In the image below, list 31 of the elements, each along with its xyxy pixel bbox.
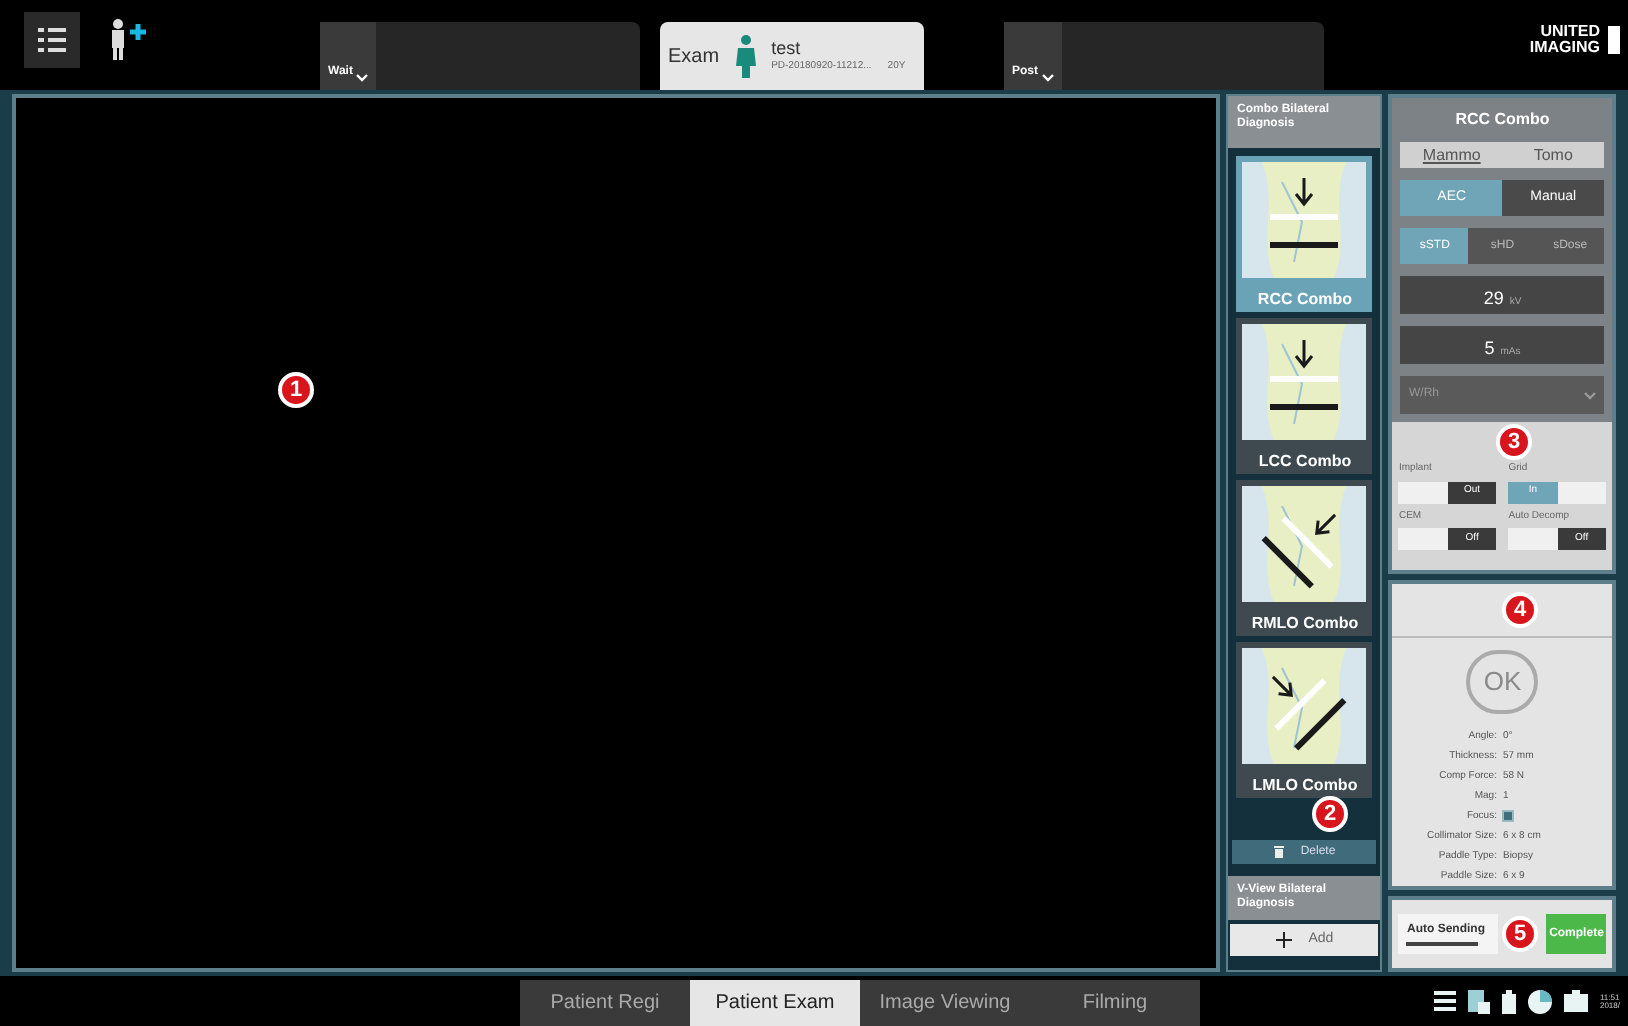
patient-name: test: [771, 40, 803, 58]
mode-tab[interactable]: Tomo: [1502, 142, 1605, 168]
positioning-drawing: [1242, 162, 1367, 278]
mode-tab[interactable]: Mammo: [1400, 142, 1503, 168]
plus-icon: [1276, 932, 1293, 948]
bottom-tab[interactable]: Filming: [1030, 980, 1200, 1026]
patient-icon: [735, 34, 756, 78]
status-ring: OK: [1466, 650, 1539, 714]
view-thumbnail[interactable]: RMLO Combo: [1236, 480, 1373, 636]
list-icon[interactable]: [24, 12, 80, 68]
chevron-down-icon: [1042, 74, 1055, 82]
positioning-drawing: [1242, 486, 1367, 602]
trash-icon: [1274, 846, 1285, 858]
focus-icon: [1502, 810, 1515, 822]
logo: UNITED IMAGING: [1520, 24, 1620, 56]
briefcase-icon[interactable]: [1563, 990, 1588, 1012]
positioning-drawing: [1242, 324, 1367, 440]
view-thumbnail[interactable]: LMLO Combo: [1236, 642, 1373, 798]
battery-icon[interactable]: [1501, 989, 1516, 1013]
view-thumbnail[interactable]: RCC Combo: [1236, 156, 1373, 312]
bottom-tab[interactable]: Patient Regi: [520, 980, 690, 1026]
chevron-down-icon: [356, 74, 369, 82]
pie-chart-icon[interactable]: [1527, 989, 1552, 1013]
chevron-down-icon: [1584, 391, 1596, 399]
bottom-tab[interactable]: Patient Exam: [690, 980, 860, 1026]
document-icon[interactable]: [1467, 989, 1490, 1013]
list-icon[interactable]: [1433, 990, 1456, 1012]
panel-title: RCC Combo: [1392, 98, 1612, 142]
positioning-drawing: [1242, 648, 1367, 764]
bottom-tab[interactable]: Image Viewing: [860, 980, 1030, 1026]
view-thumbnail[interactable]: LCC Combo: [1236, 318, 1373, 474]
